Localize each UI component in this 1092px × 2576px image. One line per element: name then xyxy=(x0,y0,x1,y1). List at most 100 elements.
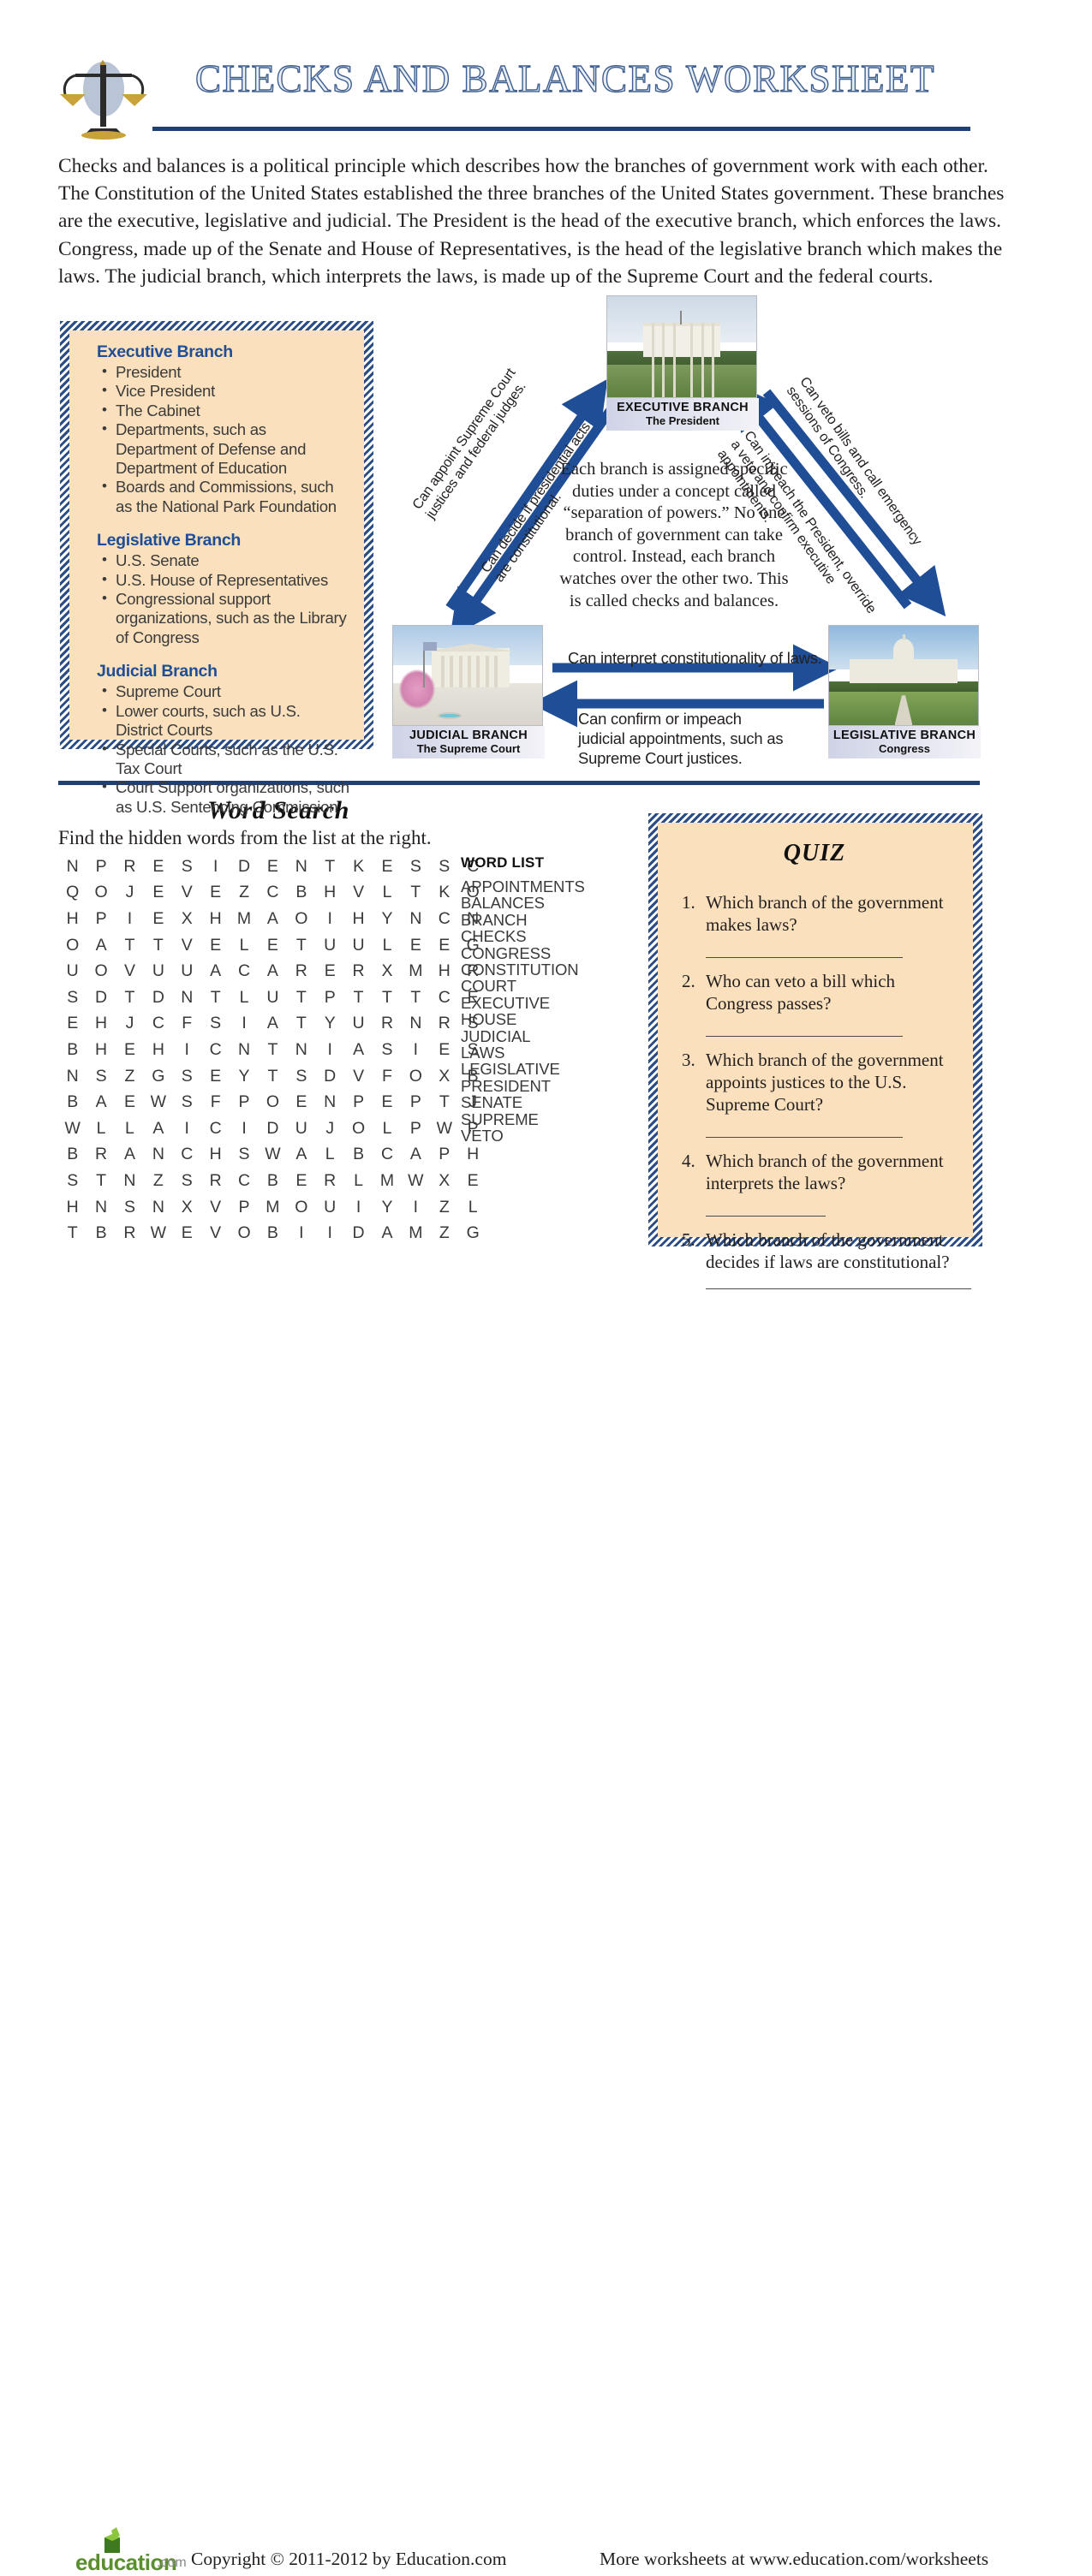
word-search-cell[interactable]: J xyxy=(316,1115,344,1142)
word-search-cell[interactable]: C xyxy=(230,958,258,985)
word-search-cell[interactable]: E xyxy=(373,854,401,880)
word-search-cell[interactable]: E xyxy=(458,1168,486,1194)
word-search-cell[interactable]: B xyxy=(58,1142,87,1169)
word-search-cell[interactable]: I xyxy=(344,1194,373,1221)
word-search-cell[interactable]: R xyxy=(316,1168,344,1194)
word-search-cell[interactable]: I xyxy=(402,1037,430,1063)
word-search-cell[interactable]: H xyxy=(430,958,458,985)
word-search-cell[interactable]: P xyxy=(316,985,344,1011)
word-search-cell[interactable]: U xyxy=(316,932,344,959)
word-search-cell[interactable]: J xyxy=(116,1011,144,1038)
word-search-cell[interactable]: A xyxy=(259,1011,287,1038)
word-search-cell[interactable]: H xyxy=(458,1142,486,1169)
word-search-cell[interactable]: W xyxy=(58,1115,87,1142)
word-search-cell[interactable]: T xyxy=(116,985,144,1011)
word-search-cell[interactable]: N xyxy=(144,1194,172,1221)
word-search-cell[interactable]: W xyxy=(430,1115,458,1142)
word-search-cell[interactable]: S xyxy=(87,1063,115,1090)
word-search-cell[interactable]: H xyxy=(87,1037,115,1063)
word-search-cell[interactable]: Z xyxy=(430,1220,458,1246)
word-search-cell[interactable]: D xyxy=(344,1220,373,1246)
word-search-cell[interactable]: W xyxy=(402,1168,430,1194)
word-search-cell[interactable]: S xyxy=(287,1063,315,1090)
word-search-cell[interactable]: M xyxy=(373,1168,401,1194)
word-search-cell[interactable]: R xyxy=(116,1220,144,1246)
word-search-cell[interactable]: Z xyxy=(430,1194,458,1221)
word-search-cell[interactable]: C xyxy=(201,1115,230,1142)
word-search-cell[interactable]: I xyxy=(402,1194,430,1221)
word-search-cell[interactable]: L xyxy=(344,1168,373,1194)
word-search-cell[interactable]: E xyxy=(430,932,458,959)
word-search-cell[interactable]: H xyxy=(316,880,344,907)
word-search-cell[interactable]: S xyxy=(201,1011,230,1038)
word-search-cell[interactable]: S xyxy=(58,1168,87,1194)
word-search-cell[interactable]: E xyxy=(173,1220,201,1246)
word-search-cell[interactable]: W xyxy=(144,1089,172,1115)
word-search-cell[interactable]: L xyxy=(373,932,401,959)
word-search-cell[interactable]: S xyxy=(116,1194,144,1221)
word-search-cell[interactable]: D xyxy=(259,1115,287,1142)
word-search-cell[interactable]: E xyxy=(259,854,287,880)
word-search-cell[interactable]: L xyxy=(116,1115,144,1142)
word-search-cell[interactable]: S xyxy=(58,985,87,1011)
word-search-cell[interactable]: N xyxy=(173,985,201,1011)
word-search-cell[interactable]: Z xyxy=(230,880,258,907)
word-search-cell[interactable]: U xyxy=(344,1011,373,1038)
word-search-cell[interactable]: K xyxy=(430,880,458,907)
word-search-cell[interactable]: A xyxy=(402,1142,430,1169)
word-search-cell[interactable]: O xyxy=(287,906,315,932)
word-search-cell[interactable]: M xyxy=(402,958,430,985)
word-search-cell[interactable]: B xyxy=(287,880,315,907)
word-search-cell[interactable]: T xyxy=(373,985,401,1011)
quiz-answer-blank[interactable] xyxy=(706,1121,903,1138)
word-search-cell[interactable]: P xyxy=(87,854,115,880)
word-search-cell[interactable]: V xyxy=(173,932,201,959)
word-search-cell[interactable]: V xyxy=(116,958,144,985)
word-search-cell[interactable]: C xyxy=(373,1142,401,1169)
word-search-cell[interactable]: C xyxy=(173,1142,201,1169)
word-search-cell[interactable]: W xyxy=(144,1220,172,1246)
word-search-cell[interactable]: H xyxy=(87,1011,115,1038)
word-search-cell[interactable]: E xyxy=(287,1168,315,1194)
word-search-cell[interactable]: E xyxy=(316,958,344,985)
word-search-cell[interactable]: H xyxy=(201,906,230,932)
word-search-cell[interactable]: M xyxy=(259,1194,287,1221)
word-search-cell[interactable]: Z xyxy=(144,1168,172,1194)
word-search-cell[interactable]: T xyxy=(287,932,315,959)
word-search-cell[interactable]: B xyxy=(344,1142,373,1169)
word-search-cell[interactable]: T xyxy=(259,1037,287,1063)
word-search-cell[interactable]: T xyxy=(87,1168,115,1194)
word-search-cell[interactable]: P xyxy=(402,1115,430,1142)
word-search-cell[interactable]: U xyxy=(144,958,172,985)
word-search-cell[interactable]: I xyxy=(230,1011,258,1038)
word-search-cell[interactable]: Y xyxy=(316,1011,344,1038)
word-search-cell[interactable]: D xyxy=(87,985,115,1011)
word-search-cell[interactable]: T xyxy=(316,854,344,880)
word-search-cell[interactable]: S xyxy=(373,1037,401,1063)
word-search-cell[interactable]: U xyxy=(259,985,287,1011)
word-search-cell[interactable]: X xyxy=(430,1063,458,1090)
word-search-cell[interactable]: U xyxy=(287,1115,315,1142)
word-search-cell[interactable]: I xyxy=(287,1220,315,1246)
word-search-cell[interactable]: I xyxy=(316,1220,344,1246)
word-search-cell[interactable]: N xyxy=(287,1037,315,1063)
word-search-cell[interactable]: X xyxy=(173,906,201,932)
word-search-cell[interactable]: A xyxy=(144,1115,172,1142)
word-search-cell[interactable]: A xyxy=(87,1089,115,1115)
word-search-cell[interactable]: G xyxy=(144,1063,172,1090)
word-search-cell[interactable]: O xyxy=(230,1220,258,1246)
word-search-cell[interactable]: D xyxy=(144,985,172,1011)
word-search-cell[interactable]: E xyxy=(201,1063,230,1090)
word-search-cell[interactable]: S xyxy=(173,854,201,880)
word-search-cell[interactable]: L xyxy=(458,1194,486,1221)
word-search-cell[interactable]: E xyxy=(144,854,172,880)
word-search-cell[interactable]: F xyxy=(173,1011,201,1038)
word-search-cell[interactable]: I xyxy=(201,854,230,880)
word-search-cell[interactable]: Y xyxy=(373,1194,401,1221)
word-search-cell[interactable]: T xyxy=(344,985,373,1011)
word-search-cell[interactable]: N xyxy=(116,1168,144,1194)
word-search-cell[interactable]: R xyxy=(430,1011,458,1038)
word-search-cell[interactable]: D xyxy=(316,1063,344,1090)
quiz-answer-blank[interactable] xyxy=(706,1020,903,1037)
word-search-cell[interactable]: N xyxy=(87,1194,115,1221)
